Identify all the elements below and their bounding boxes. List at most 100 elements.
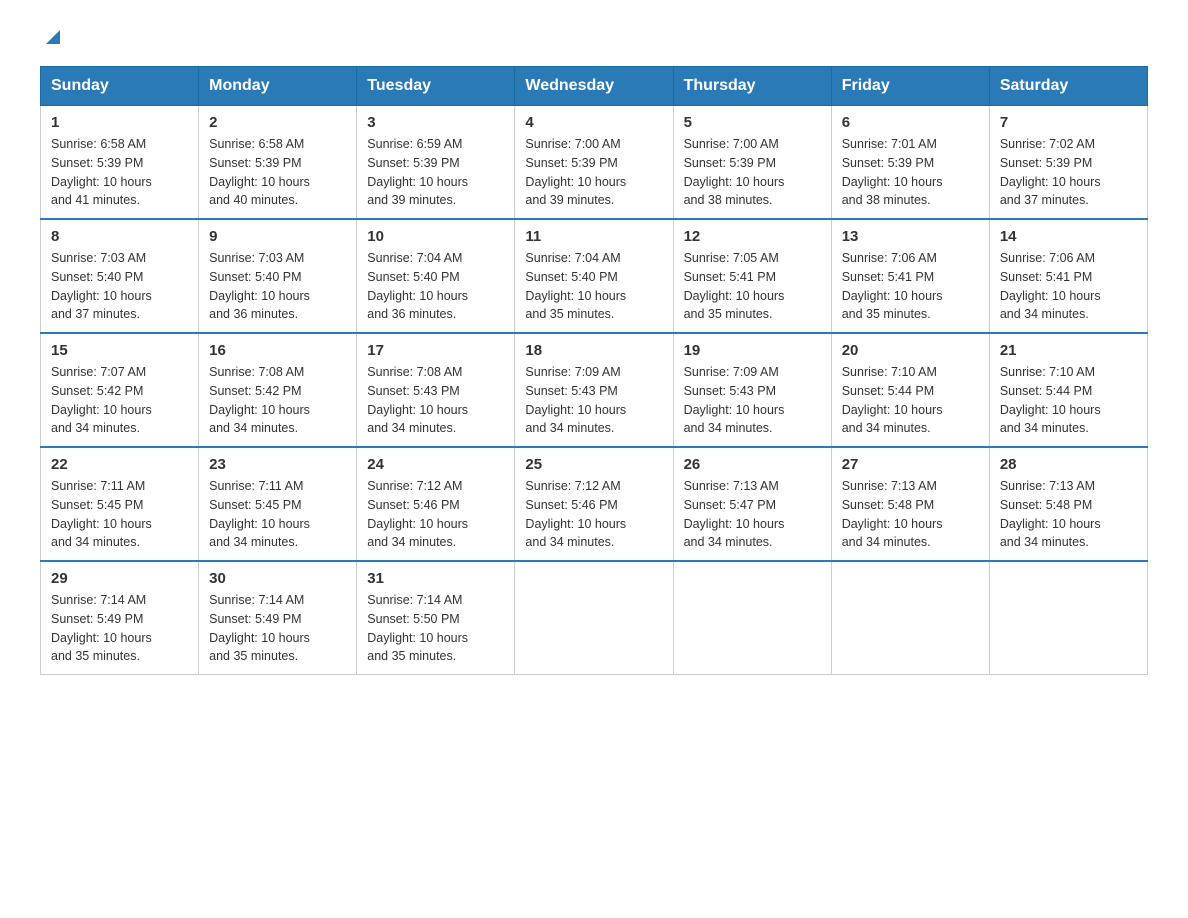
day-info: Sunrise: 7:07 AMSunset: 5:42 PMDaylight:… bbox=[51, 363, 188, 438]
day-info: Sunrise: 7:13 AMSunset: 5:47 PMDaylight:… bbox=[684, 477, 821, 552]
day-info: Sunrise: 7:11 AMSunset: 5:45 PMDaylight:… bbox=[209, 477, 346, 552]
week-row-3: 15 Sunrise: 7:07 AMSunset: 5:42 PMDayligh… bbox=[41, 333, 1148, 447]
day-cell: 13 Sunrise: 7:06 AMSunset: 5:41 PMDayligh… bbox=[831, 219, 989, 333]
day-info: Sunrise: 7:13 AMSunset: 5:48 PMDaylight:… bbox=[1000, 477, 1137, 552]
day-number: 28 bbox=[1000, 456, 1137, 473]
day-cell: 3 Sunrise: 6:59 AMSunset: 5:39 PMDaylight… bbox=[357, 106, 515, 220]
day-cell: 24 Sunrise: 7:12 AMSunset: 5:46 PMDayligh… bbox=[357, 447, 515, 561]
day-number: 8 bbox=[51, 228, 188, 245]
day-number: 5 bbox=[684, 114, 821, 131]
day-number: 7 bbox=[1000, 114, 1137, 131]
day-cell bbox=[989, 561, 1147, 675]
day-number: 17 bbox=[367, 342, 504, 359]
day-info: Sunrise: 7:12 AMSunset: 5:46 PMDaylight:… bbox=[367, 477, 504, 552]
day-cell: 12 Sunrise: 7:05 AMSunset: 5:41 PMDayligh… bbox=[673, 219, 831, 333]
day-info: Sunrise: 7:11 AMSunset: 5:45 PMDaylight:… bbox=[51, 477, 188, 552]
day-cell: 7 Sunrise: 7:02 AMSunset: 5:39 PMDaylight… bbox=[989, 106, 1147, 220]
day-number: 20 bbox=[842, 342, 979, 359]
day-info: Sunrise: 7:14 AMSunset: 5:49 PMDaylight:… bbox=[209, 591, 346, 666]
day-number: 26 bbox=[684, 456, 821, 473]
week-row-4: 22 Sunrise: 7:11 AMSunset: 5:45 PMDayligh… bbox=[41, 447, 1148, 561]
day-cell: 17 Sunrise: 7:08 AMSunset: 5:43 PMDayligh… bbox=[357, 333, 515, 447]
header-friday: Friday bbox=[831, 67, 989, 106]
day-cell: 25 Sunrise: 7:12 AMSunset: 5:46 PMDayligh… bbox=[515, 447, 673, 561]
day-cell: 20 Sunrise: 7:10 AMSunset: 5:44 PMDayligh… bbox=[831, 333, 989, 447]
day-number: 30 bbox=[209, 570, 346, 587]
day-cell: 27 Sunrise: 7:13 AMSunset: 5:48 PMDayligh… bbox=[831, 447, 989, 561]
day-cell: 4 Sunrise: 7:00 AMSunset: 5:39 PMDaylight… bbox=[515, 106, 673, 220]
day-number: 13 bbox=[842, 228, 979, 245]
day-number: 3 bbox=[367, 114, 504, 131]
logo bbox=[40, 30, 64, 46]
day-info: Sunrise: 7:06 AMSunset: 5:41 PMDaylight:… bbox=[842, 249, 979, 324]
calendar-header: SundayMondayTuesdayWednesdayThursdayFrid… bbox=[41, 67, 1148, 106]
day-cell: 10 Sunrise: 7:04 AMSunset: 5:40 PMDayligh… bbox=[357, 219, 515, 333]
day-info: Sunrise: 7:10 AMSunset: 5:44 PMDaylight:… bbox=[1000, 363, 1137, 438]
day-number: 31 bbox=[367, 570, 504, 587]
day-number: 27 bbox=[842, 456, 979, 473]
day-number: 2 bbox=[209, 114, 346, 131]
day-cell: 16 Sunrise: 7:08 AMSunset: 5:42 PMDayligh… bbox=[199, 333, 357, 447]
day-cell: 9Sunrise: 7:03 AMSunset: 5:40 PMDaylight… bbox=[199, 219, 357, 333]
day-cell: 28 Sunrise: 7:13 AMSunset: 5:48 PMDayligh… bbox=[989, 447, 1147, 561]
day-number: 10 bbox=[367, 228, 504, 245]
day-number: 4 bbox=[525, 114, 662, 131]
day-info: Sunrise: 7:06 AMSunset: 5:41 PMDaylight:… bbox=[1000, 249, 1137, 324]
day-cell: 14Sunrise: 7:06 AMSunset: 5:41 PMDayligh… bbox=[989, 219, 1147, 333]
header-row: SundayMondayTuesdayWednesdayThursdayFrid… bbox=[41, 67, 1148, 106]
day-info: Sunrise: 7:12 AMSunset: 5:46 PMDaylight:… bbox=[525, 477, 662, 552]
header-saturday: Saturday bbox=[989, 67, 1147, 106]
day-info: Sunrise: 7:00 AMSunset: 5:39 PMDaylight:… bbox=[684, 135, 821, 210]
day-cell: 22 Sunrise: 7:11 AMSunset: 5:45 PMDayligh… bbox=[41, 447, 199, 561]
day-number: 25 bbox=[525, 456, 662, 473]
day-number: 11 bbox=[525, 228, 662, 245]
day-cell: 31 Sunrise: 7:14 AMSunset: 5:50 PMDayligh… bbox=[357, 561, 515, 675]
calendar-table: SundayMondayTuesdayWednesdayThursdayFrid… bbox=[40, 66, 1148, 675]
day-cell: 21Sunrise: 7:10 AMSunset: 5:44 PMDayligh… bbox=[989, 333, 1147, 447]
week-row-1: 1Sunrise: 6:58 AMSunset: 5:39 PMDaylight… bbox=[41, 106, 1148, 220]
day-number: 24 bbox=[367, 456, 504, 473]
day-number: 29 bbox=[51, 570, 188, 587]
day-info: Sunrise: 7:03 AMSunset: 5:40 PMDaylight:… bbox=[51, 249, 188, 324]
day-info: Sunrise: 7:00 AMSunset: 5:39 PMDaylight:… bbox=[525, 135, 662, 210]
day-info: Sunrise: 7:09 AMSunset: 5:43 PMDaylight:… bbox=[684, 363, 821, 438]
day-info: Sunrise: 7:04 AMSunset: 5:40 PMDaylight:… bbox=[367, 249, 504, 324]
header-tuesday: Tuesday bbox=[357, 67, 515, 106]
day-info: Sunrise: 7:08 AMSunset: 5:42 PMDaylight:… bbox=[209, 363, 346, 438]
day-cell: 1Sunrise: 6:58 AMSunset: 5:39 PMDaylight… bbox=[41, 106, 199, 220]
day-cell: 19 Sunrise: 7:09 AMSunset: 5:43 PMDayligh… bbox=[673, 333, 831, 447]
day-cell: 23Sunrise: 7:11 AMSunset: 5:45 PMDayligh… bbox=[199, 447, 357, 561]
day-info: Sunrise: 7:14 AMSunset: 5:50 PMDaylight:… bbox=[367, 591, 504, 666]
day-cell: 6 Sunrise: 7:01 AMSunset: 5:39 PMDaylight… bbox=[831, 106, 989, 220]
day-info: Sunrise: 7:01 AMSunset: 5:39 PMDaylight:… bbox=[842, 135, 979, 210]
day-number: 16 bbox=[209, 342, 346, 359]
day-info: Sunrise: 7:08 AMSunset: 5:43 PMDaylight:… bbox=[367, 363, 504, 438]
day-number: 22 bbox=[51, 456, 188, 473]
header-monday: Monday bbox=[199, 67, 357, 106]
day-number: 9 bbox=[209, 228, 346, 245]
header-thursday: Thursday bbox=[673, 67, 831, 106]
day-info: Sunrise: 7:14 AMSunset: 5:49 PMDaylight:… bbox=[51, 591, 188, 666]
day-number: 19 bbox=[684, 342, 821, 359]
day-info: Sunrise: 7:05 AMSunset: 5:41 PMDaylight:… bbox=[684, 249, 821, 324]
day-info: Sunrise: 7:10 AMSunset: 5:44 PMDaylight:… bbox=[842, 363, 979, 438]
day-info: Sunrise: 7:13 AMSunset: 5:48 PMDaylight:… bbox=[842, 477, 979, 552]
day-info: Sunrise: 7:02 AMSunset: 5:39 PMDaylight:… bbox=[1000, 135, 1137, 210]
day-cell: 8 Sunrise: 7:03 AMSunset: 5:40 PMDaylight… bbox=[41, 219, 199, 333]
header-wednesday: Wednesday bbox=[515, 67, 673, 106]
day-cell bbox=[515, 561, 673, 675]
day-cell: 30 Sunrise: 7:14 AMSunset: 5:49 PMDayligh… bbox=[199, 561, 357, 675]
day-cell bbox=[831, 561, 989, 675]
day-info: Sunrise: 7:04 AMSunset: 5:40 PMDaylight:… bbox=[525, 249, 662, 324]
day-number: 12 bbox=[684, 228, 821, 245]
day-info: Sunrise: 6:59 AMSunset: 5:39 PMDaylight:… bbox=[367, 135, 504, 210]
day-cell bbox=[673, 561, 831, 675]
day-number: 15 bbox=[51, 342, 188, 359]
week-row-5: 29 Sunrise: 7:14 AMSunset: 5:49 PMDayligh… bbox=[41, 561, 1148, 675]
header-sunday: Sunday bbox=[41, 67, 199, 106]
day-number: 18 bbox=[525, 342, 662, 359]
day-cell: 18Sunrise: 7:09 AMSunset: 5:43 PMDayligh… bbox=[515, 333, 673, 447]
day-number: 6 bbox=[842, 114, 979, 131]
week-row-2: 8 Sunrise: 7:03 AMSunset: 5:40 PMDaylight… bbox=[41, 219, 1148, 333]
day-cell: 29 Sunrise: 7:14 AMSunset: 5:49 PMDayligh… bbox=[41, 561, 199, 675]
